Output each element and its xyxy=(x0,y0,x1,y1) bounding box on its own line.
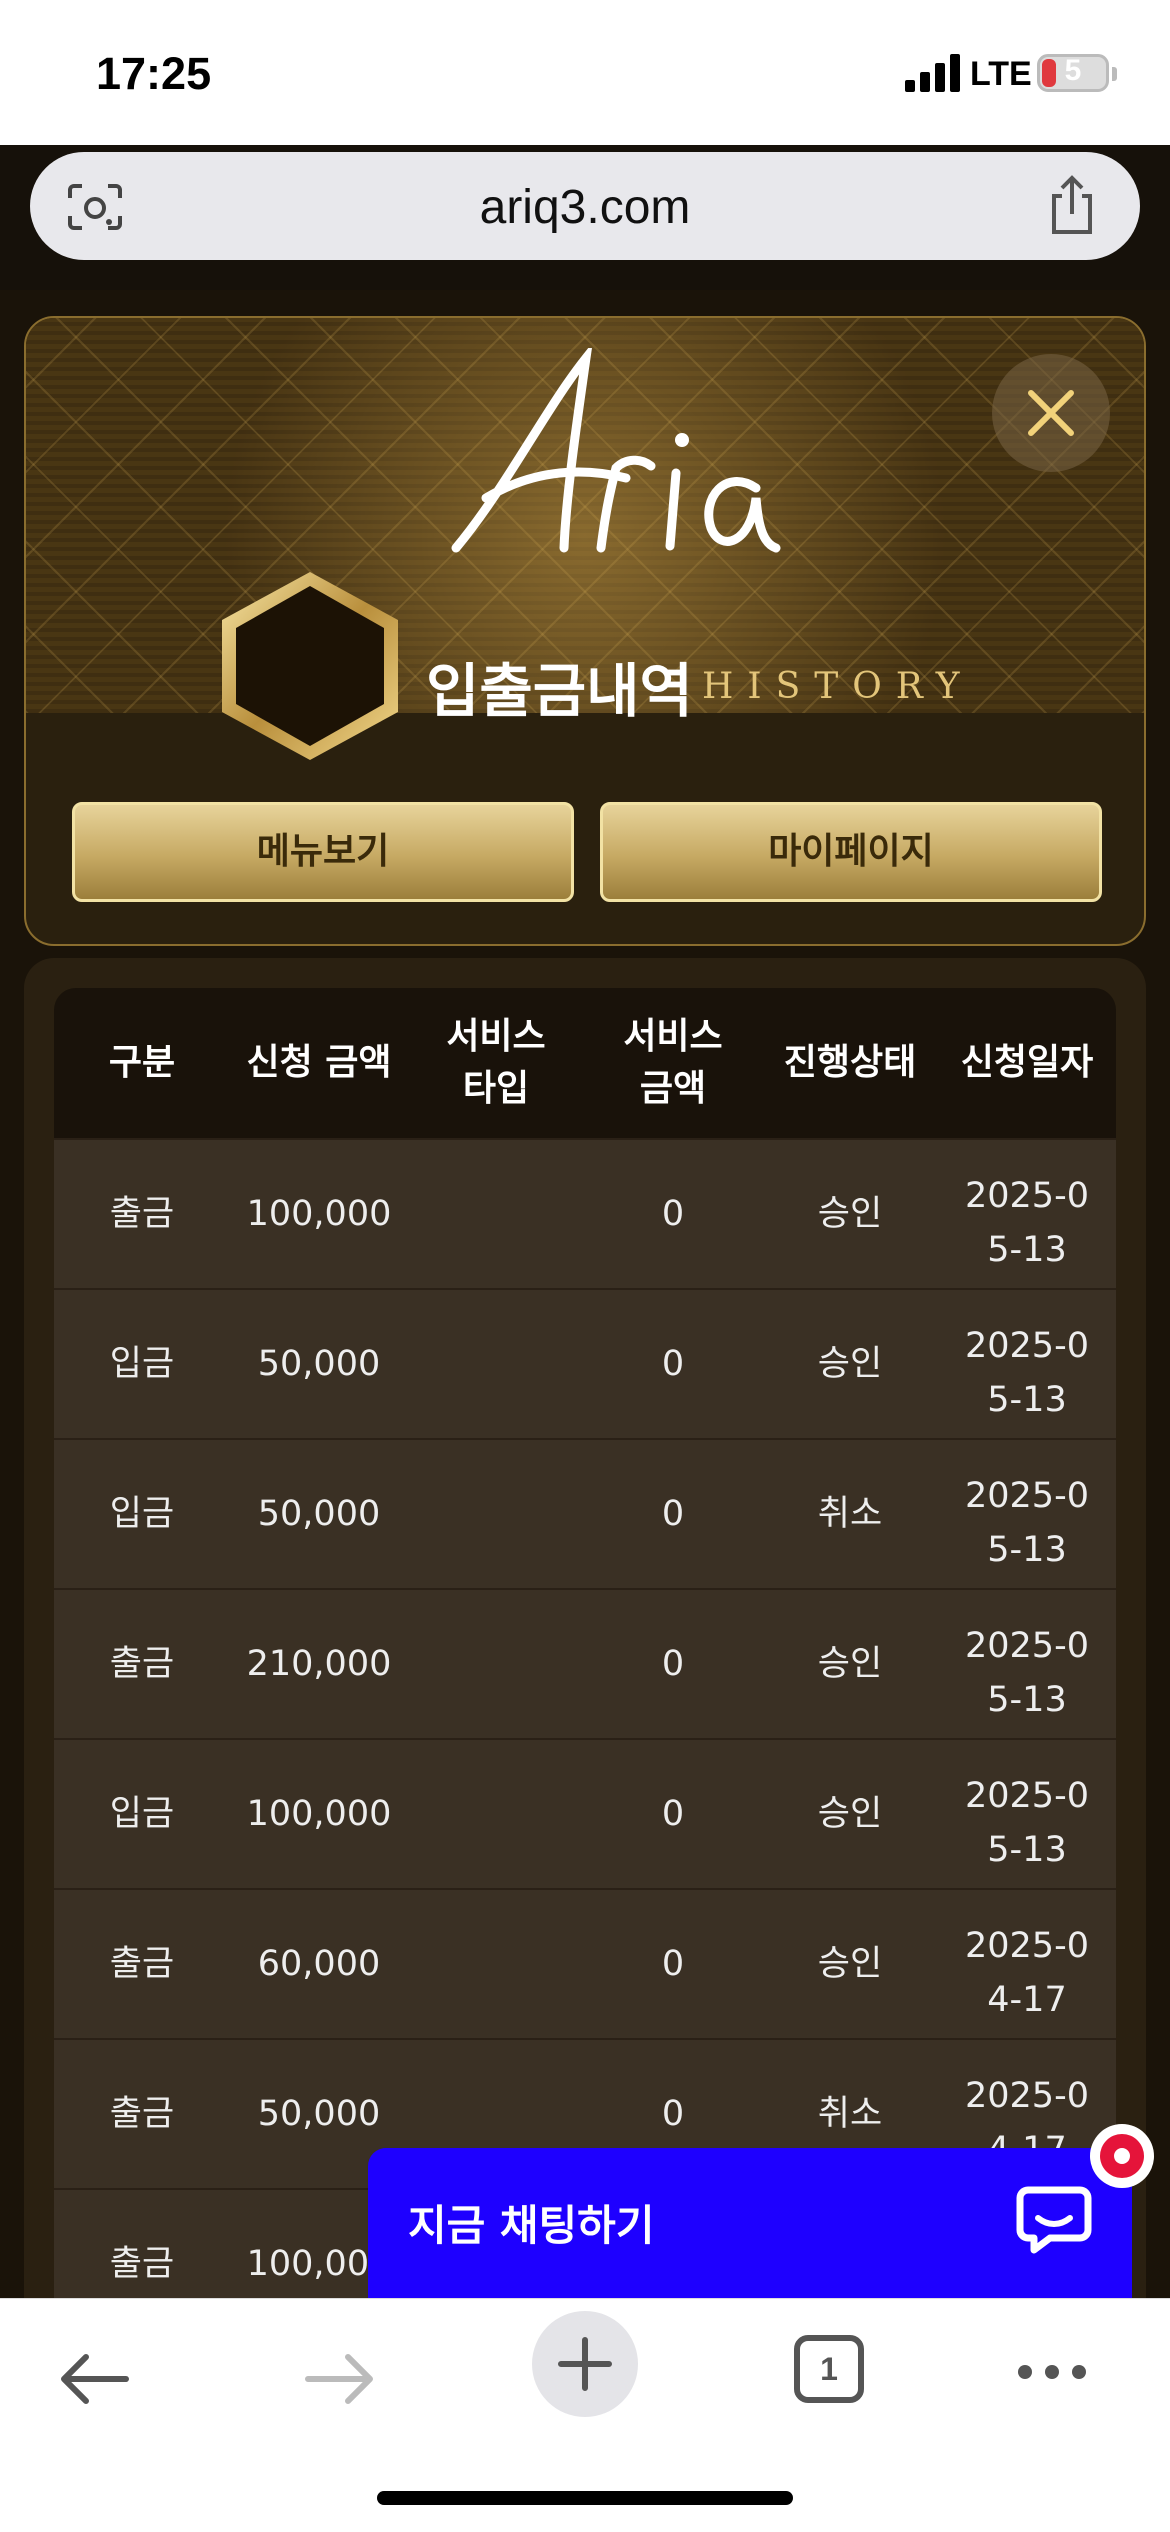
home-indicator xyxy=(377,2491,793,2505)
cell-date: 2025-05-13 xyxy=(965,1326,1089,1420)
col-header-date: 신청일자 xyxy=(960,1042,1094,1083)
battery-tip xyxy=(1112,67,1117,81)
url-text[interactable]: ariq3.com xyxy=(30,180,1140,235)
table-row: 입금 50,000 0 취소 2025-05-13 xyxy=(54,1438,1116,1588)
cell-type: 출금 xyxy=(109,2094,175,2134)
page-title: 입출금내역 xyxy=(426,657,693,725)
col-header-service-type: 서비스타입 xyxy=(408,988,584,1138)
back-arrow-icon xyxy=(61,2354,129,2404)
tab-switcher-button[interactable]: 1 xyxy=(794,2335,864,2403)
cell-type: 출금 xyxy=(109,1944,175,1984)
cell-service-type xyxy=(408,1590,584,1738)
cell-status: 승인 xyxy=(817,1794,883,1834)
cell-service-amount: 0 xyxy=(661,1794,685,1834)
cell-service-type xyxy=(408,1440,584,1588)
col-header-service-amount-text: 서비스금액 xyxy=(623,1016,723,1109)
table-row: 입금 50,000 0 승인 2025-05-13 xyxy=(54,1288,1116,1438)
mypage-button[interactable]: 마이페이지 xyxy=(600,802,1102,902)
cell-status: 승인 xyxy=(817,1194,883,1234)
cell-date-wrap: 2025-05-13 xyxy=(938,1590,1116,1738)
table-row: 출금 100,000 0 승인 2025-05-13 xyxy=(54,1138,1116,1288)
cell-date-wrap: 2025-05-13 xyxy=(938,1140,1116,1288)
col-header-status: 진행상태 xyxy=(783,1042,917,1083)
cell-service-amount: 0 xyxy=(661,1644,685,1684)
cell-date: 2025-05-13 xyxy=(965,1776,1089,1870)
battery-icon: 5 xyxy=(1037,54,1109,92)
close-icon xyxy=(1028,390,1074,436)
chat-bubble-icon xyxy=(1016,2186,1092,2254)
cell-amount: 210,000 xyxy=(246,1644,392,1684)
address-bar[interactable]: ariq3.com xyxy=(30,152,1140,260)
cell-date-wrap: 2025-05-13 xyxy=(938,1740,1116,1888)
browser-toolbar: 1 xyxy=(0,2298,1170,2532)
plus-icon xyxy=(558,2337,612,2391)
signal-icon xyxy=(905,52,961,92)
cell-date: 2025-05-13 xyxy=(965,1476,1089,1570)
battery-level: 5 xyxy=(1064,54,1082,87)
chat-widget-button[interactable]: 지금 채팅하기 xyxy=(368,2148,1132,2308)
cell-date-wrap: 2025-05-13 xyxy=(938,1290,1116,1438)
cell-status: 승인 xyxy=(817,1944,883,1984)
col-header-amount: 신청 금액 xyxy=(246,1042,392,1083)
forward-button[interactable] xyxy=(290,2329,390,2429)
cell-service-amount: 0 xyxy=(661,1344,685,1384)
cell-status: 승인 xyxy=(817,1644,883,1684)
aria-logo xyxy=(451,348,781,553)
cell-date-wrap: 2025-04-17 xyxy=(938,1890,1116,2038)
status-bar: 17:25 LTE 5 ariq3.com xyxy=(0,0,1170,260)
cell-type: 출금 xyxy=(109,1644,175,1684)
cell-date: 2025-05-13 xyxy=(965,1626,1089,1720)
cell-amount: 100,000 xyxy=(246,1194,392,1234)
cell-type: 출금 xyxy=(109,1194,175,1234)
forward-arrow-icon xyxy=(305,2354,373,2404)
history-panel: 구분 신청 금액 서비스타입 서비스금액 진행상태 신청일자 출금 100,00… xyxy=(24,958,1146,2298)
cell-date-wrap: 2025-05-13 xyxy=(938,1440,1116,1588)
cell-status: 승인 xyxy=(817,1344,883,1384)
cell-type: 입금 xyxy=(109,1344,175,1384)
cell-service-type xyxy=(408,1890,584,2038)
table-row: 입금 100,000 0 승인 2025-05-13 xyxy=(54,1738,1116,1888)
cell-type: 입금 xyxy=(109,1794,175,1834)
table-header: 구분 신청 금액 서비스타입 서비스금액 진행상태 신청일자 xyxy=(54,988,1116,1138)
cell-service-amount: 0 xyxy=(661,1944,685,1984)
cell-date: 2025-04-17 xyxy=(965,1926,1089,2020)
cell-service-amount: 0 xyxy=(661,1494,685,1534)
share-icon[interactable] xyxy=(1042,174,1102,236)
new-tab-button[interactable] xyxy=(532,2311,638,2417)
cell-service-type xyxy=(408,1290,584,1438)
col-header-service-amount: 서비스금액 xyxy=(584,988,762,1138)
cell-amount: 50,000 xyxy=(257,1494,381,1534)
cell-service-amount: 0 xyxy=(661,1194,685,1234)
page-subtitle: HISTORY xyxy=(702,666,974,707)
cell-service-type xyxy=(408,1140,584,1288)
col-header-type: 구분 xyxy=(108,1042,176,1083)
table-row: 출금 60,000 0 승인 2025-04-17 xyxy=(54,1888,1116,2038)
history-header: 입출금내역 HISTORY 메뉴보기 마이페이지 xyxy=(24,316,1146,946)
notification-badge[interactable] xyxy=(1090,2124,1154,2188)
cell-amount: 60,000 xyxy=(257,1944,381,1984)
hexagon-emblem xyxy=(222,572,398,760)
cell-service-type xyxy=(408,1740,584,1888)
history-table: 구분 신청 금액 서비스타입 서비스금액 진행상태 신청일자 출금 100,00… xyxy=(54,988,1116,2298)
network-type: LTE xyxy=(970,55,1032,93)
close-button[interactable] xyxy=(992,354,1110,472)
web-content: 입출금내역 HISTORY 메뉴보기 마이페이지 구분 신청 금액 서비스타입 … xyxy=(0,290,1170,2298)
status-time: 17:25 xyxy=(96,48,212,99)
back-button[interactable] xyxy=(44,2329,144,2429)
more-menu-button[interactable] xyxy=(1018,2365,1086,2379)
menu-button[interactable]: 메뉴보기 xyxy=(72,802,574,902)
cell-type: 입금 xyxy=(109,1494,175,1534)
cell-amount: 50,000 xyxy=(257,1344,381,1384)
cell-date: 2025-05-13 xyxy=(965,1176,1089,1270)
cell-amount: 100,000 xyxy=(246,1794,392,1834)
col-header-service-type-text: 서비스타입 xyxy=(446,1016,546,1109)
cell-type: 출금 xyxy=(109,2244,175,2284)
cell-status: 취소 xyxy=(817,1494,883,1534)
chat-label: 지금 채팅하기 xyxy=(408,2201,655,2250)
table-row: 출금 210,000 0 승인 2025-05-13 xyxy=(54,1588,1116,1738)
